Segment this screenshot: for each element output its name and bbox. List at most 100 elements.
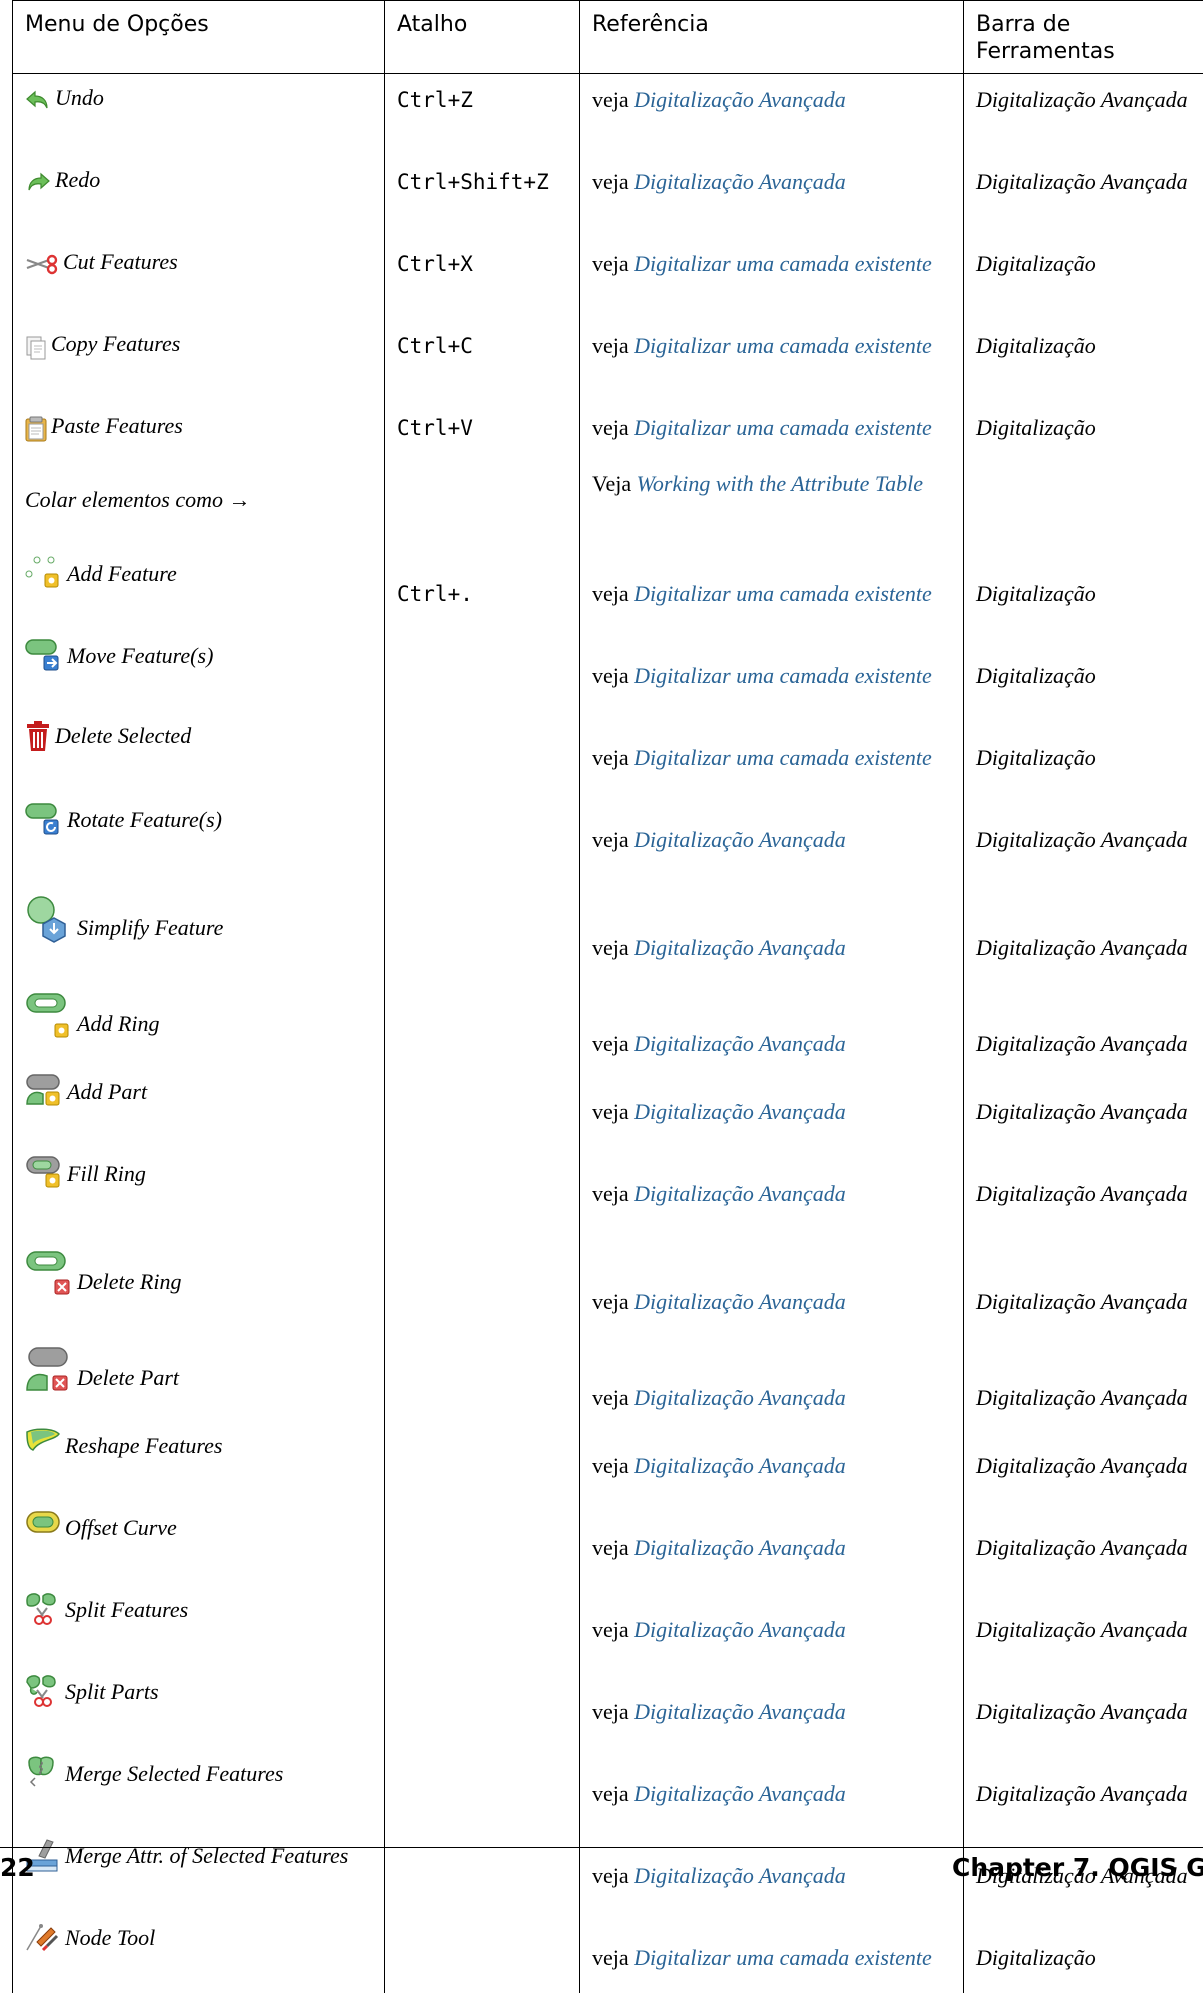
shortcut-cell (384, 1665, 580, 1748)
reference-link[interactable]: Digitalização Avançada (634, 1617, 846, 1642)
reference-cell: veja Digitalização Avançada (579, 1419, 964, 1502)
toolbar-cell: Digitalização Avançada (963, 1147, 1203, 1242)
toolbar-name (976, 466, 1194, 468)
table-row: Undo Ctrl+Z veja Digitalização Avançada Dig… (12, 73, 1203, 156)
menu-option-cell: Node Tool (12, 1911, 385, 1993)
header-menu-options: Menu de Opções (12, 0, 385, 74)
header-shortcut: Atalho (384, 0, 580, 74)
reference-link[interactable]: Working with the Attribute Table (637, 471, 923, 496)
reference-cell: veja Digitalização Avançada (579, 1747, 964, 1830)
reference-cell: veja Digitalizar uma camada existente (579, 401, 964, 466)
node-tool-icon (25, 1920, 61, 1954)
shortcut-cell (384, 887, 580, 984)
reference-link[interactable]: Digitalizar uma camada existente (634, 251, 932, 276)
reference-cell: veja Digitalização Avançada (579, 983, 964, 1066)
reference-link[interactable]: Digitalização Avançada (634, 827, 846, 852)
menu-option-label: Split Features (65, 1596, 189, 1622)
reference-link[interactable]: Digitalização Avançada (634, 1453, 846, 1478)
menu-option-label: Simplify Feature (77, 914, 224, 940)
reference-link[interactable]: Digitalização Avançada (634, 1181, 846, 1206)
reference-prefix: veja (592, 662, 629, 688)
reference-link[interactable]: Digitalizar uma camada existente (634, 663, 932, 688)
shortcut-key (397, 712, 569, 742)
reference-prefix: veja (592, 580, 629, 606)
reference-link[interactable]: Digitalizar uma camada existente (634, 581, 932, 606)
toolbar-name: Digitalização (976, 662, 1096, 688)
toolbar-name: Digitalização Avançada (976, 1098, 1188, 1124)
split-parts-icon (25, 1674, 61, 1708)
reference-cell: veja Digitalização Avançada (579, 73, 964, 156)
shortcut-cell (384, 1065, 580, 1148)
toolbar-cell: Digitalização (963, 711, 1203, 794)
reference-prefix: veja (592, 332, 629, 358)
toolbar-name: Digitalização Avançada (976, 168, 1188, 194)
shortcut-cell (384, 1241, 580, 1338)
reference-prefix: veja (592, 414, 629, 440)
reference-link[interactable]: Digitalizar uma camada existente (634, 333, 932, 358)
shortcut-key (397, 630, 569, 660)
shortcut-cell (384, 793, 580, 888)
shortcut-key (397, 1148, 569, 1178)
reference-link[interactable]: Digitalização Avançada (634, 935, 846, 960)
menu-option-cell: Fill Ring (12, 1147, 385, 1242)
table-row: Colar elementos como → Veja Working with … (12, 465, 1203, 548)
chapter-title: Chapter 7. QGIS GU (952, 1853, 1203, 1882)
table-row: Node Tool veja Digitalizar uma camada exi… (12, 1911, 1203, 1993)
reference-link[interactable]: Digitalização Avançada (634, 1781, 846, 1806)
reference-cell: veja Digitalização Avançada (579, 1065, 964, 1148)
toolbar-cell: Digitalização Avançada (963, 73, 1203, 156)
toolbar-name: Digitalização Avançada (976, 1180, 1188, 1206)
menu-option-cell: Split Features (12, 1583, 385, 1666)
reference-link[interactable]: Digitalização Avançada (634, 1699, 846, 1724)
table-row: Fill Ring veja Digitalização Avançada Digi… (12, 1147, 1203, 1242)
reference-link[interactable]: Digitalização Avançada (634, 1385, 846, 1410)
reference-prefix: veja (592, 1780, 629, 1806)
table-row: Add Part veja Digitalização Avançada Digit… (12, 1065, 1203, 1148)
reference-link[interactable]: Digitalização Avançada (634, 1031, 846, 1056)
toolbar-name: Digitalização (976, 250, 1096, 276)
reference-link[interactable]: Digitalizar uma camada existente (634, 1945, 932, 1970)
menu-option-label: Copy Features (51, 330, 181, 356)
reference-link[interactable]: Digitalização Avançada (634, 169, 846, 194)
reference-link[interactable]: Digitalização Avançada (634, 1099, 846, 1124)
menu-option-cell: Move Feature(s) (12, 629, 385, 712)
menu-option-label: Offset Curve (65, 1514, 177, 1540)
shortcut-key: Ctrl+C (397, 333, 473, 358)
reference-prefix: veja (592, 744, 629, 770)
header-toolbar: Barra de Ferramentas (963, 0, 1203, 74)
shortcut-cell (384, 465, 580, 548)
reference-link[interactable]: Digitalização Avançada (634, 1863, 846, 1888)
toolbar-name: Digitalização (976, 332, 1096, 358)
reference-link[interactable]: Digitalização Avançada (634, 87, 846, 112)
table-row: Split Features veja Digitalização Avançad… (12, 1583, 1203, 1666)
toolbar-cell: Digitalização Avançada (963, 1665, 1203, 1748)
table-row: Simplify Feature veja Digitalização Avanç… (12, 887, 1203, 984)
shortcut-key (397, 1242, 569, 1286)
reference-link[interactable]: Digitalizar uma camada existente (634, 415, 932, 440)
reference-link[interactable]: Digitalização Avançada (634, 1535, 846, 1560)
table-row: Rotate Feature(s) veja Digitalização Avan… (12, 793, 1203, 888)
reference-link[interactable]: Digitalizar uma camada existente (634, 745, 932, 770)
shortcut-key: Ctrl+X (397, 251, 473, 276)
table-row: Redo Ctrl+Shift+Z veja Digitalização Avanç… (12, 155, 1203, 238)
reference-prefix: veja (592, 826, 629, 852)
reference-prefix: veja (592, 1452, 629, 1478)
menu-option-label: Split Parts (65, 1678, 159, 1704)
menu-option-label: Add Ring (77, 1010, 160, 1036)
toolbar-name: Digitalização Avançada (976, 1452, 1188, 1478)
reference-link[interactable]: Digitalização Avançada (634, 1289, 846, 1314)
reference-cell: veja Digitalização Avançada (579, 1337, 964, 1420)
toolbar-cell: Digitalização Avançada (963, 983, 1203, 1066)
menu-option-label: Colar elementos como → (25, 486, 251, 512)
shortcut-cell: Ctrl+Shift+Z (384, 155, 580, 238)
page-number: 22 (0, 1853, 35, 1882)
shortcut-key (397, 1584, 569, 1614)
toolbar-cell: Digitalização Avançada (963, 1501, 1203, 1584)
table-header-row: Menu de Opções Atalho Referência Barra d… (12, 0, 1203, 74)
menu-option-label: Undo (55, 85, 104, 110)
table-row: Merge Selected Features veja Digitalizaçã… (12, 1747, 1203, 1830)
toolbar-name: Digitalização (976, 414, 1096, 440)
shortcut-key (397, 888, 569, 932)
toolbar-cell: Digitalização Avançada (963, 1583, 1203, 1666)
shortcut-cell (384, 1747, 580, 1830)
